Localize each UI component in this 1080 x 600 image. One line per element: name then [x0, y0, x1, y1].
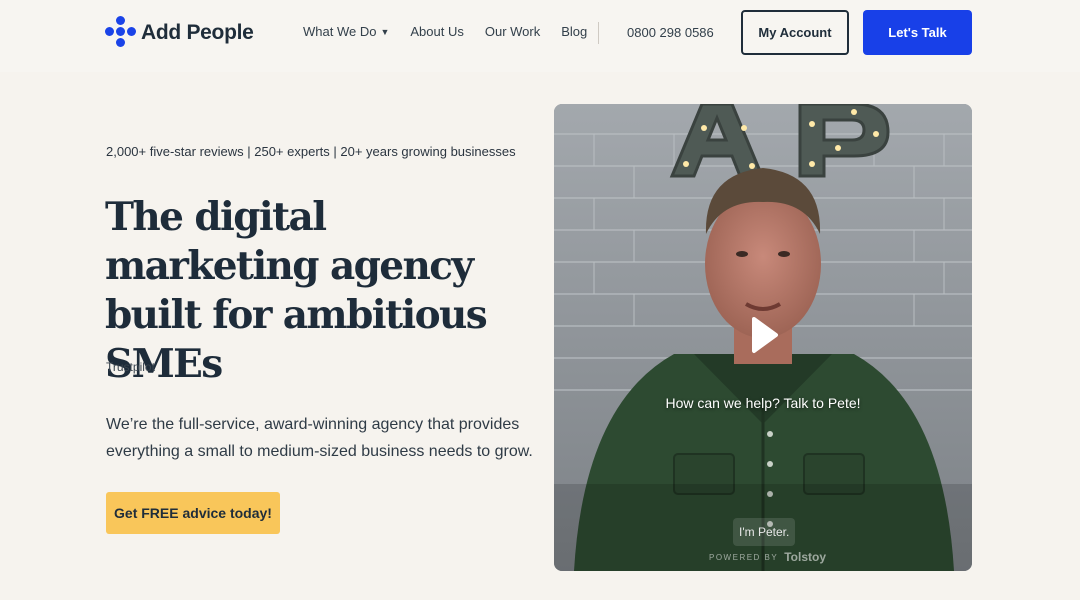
tolstoy-brand: Tolstoy: [784, 550, 827, 564]
logo-text: Add People: [141, 21, 254, 44]
nav-item-label: What We Do: [303, 24, 377, 39]
chevron-down-icon: ▼: [380, 26, 390, 37]
nav-item-about-us[interactable]: About Us: [410, 24, 463, 39]
video-caption: How can we help? Talk to Pete!: [665, 395, 861, 411]
hero-description: We’re the full-service, award-winning ag…: [106, 416, 533, 460]
get-free-advice-button[interactable]: Get FREE advice today!: [106, 492, 280, 534]
logo[interactable]: Add People: [105, 15, 254, 51]
my-account-button[interactable]: My Account: [741, 10, 849, 55]
main-nav: What We Do ▼ About Us Our Work Blog: [303, 24, 608, 39]
nav-item-what-we-do[interactable]: What We Do ▼: [303, 24, 389, 39]
nav-divider: [598, 22, 599, 44]
nav-item-blog[interactable]: Blog: [561, 24, 587, 39]
hero-stats: 2,000+ five-star reviews | 250+ experts …: [106, 144, 516, 159]
video-subtitle: I'm Peter.: [733, 518, 796, 546]
play-icon[interactable]: [750, 315, 780, 355]
nav-item-our-work[interactable]: Our Work: [485, 24, 540, 39]
powered-by-label: POWERED BY: [709, 552, 779, 562]
hero-title: The digital marketing agency built for a…: [105, 194, 488, 387]
site-header: Add People What We Do ▼ About Us Our Wor…: [0, 0, 1080, 72]
lets-talk-button[interactable]: Let's Talk: [863, 10, 972, 55]
logo-icon: [105, 16, 136, 50]
trustpilot-widget[interactable]: Trustpilot: [106, 360, 155, 374]
phone-link[interactable]: 0800 298 0586: [627, 25, 714, 40]
powered-by-badge[interactable]: POWERED BY Tolstoy: [709, 550, 826, 564]
